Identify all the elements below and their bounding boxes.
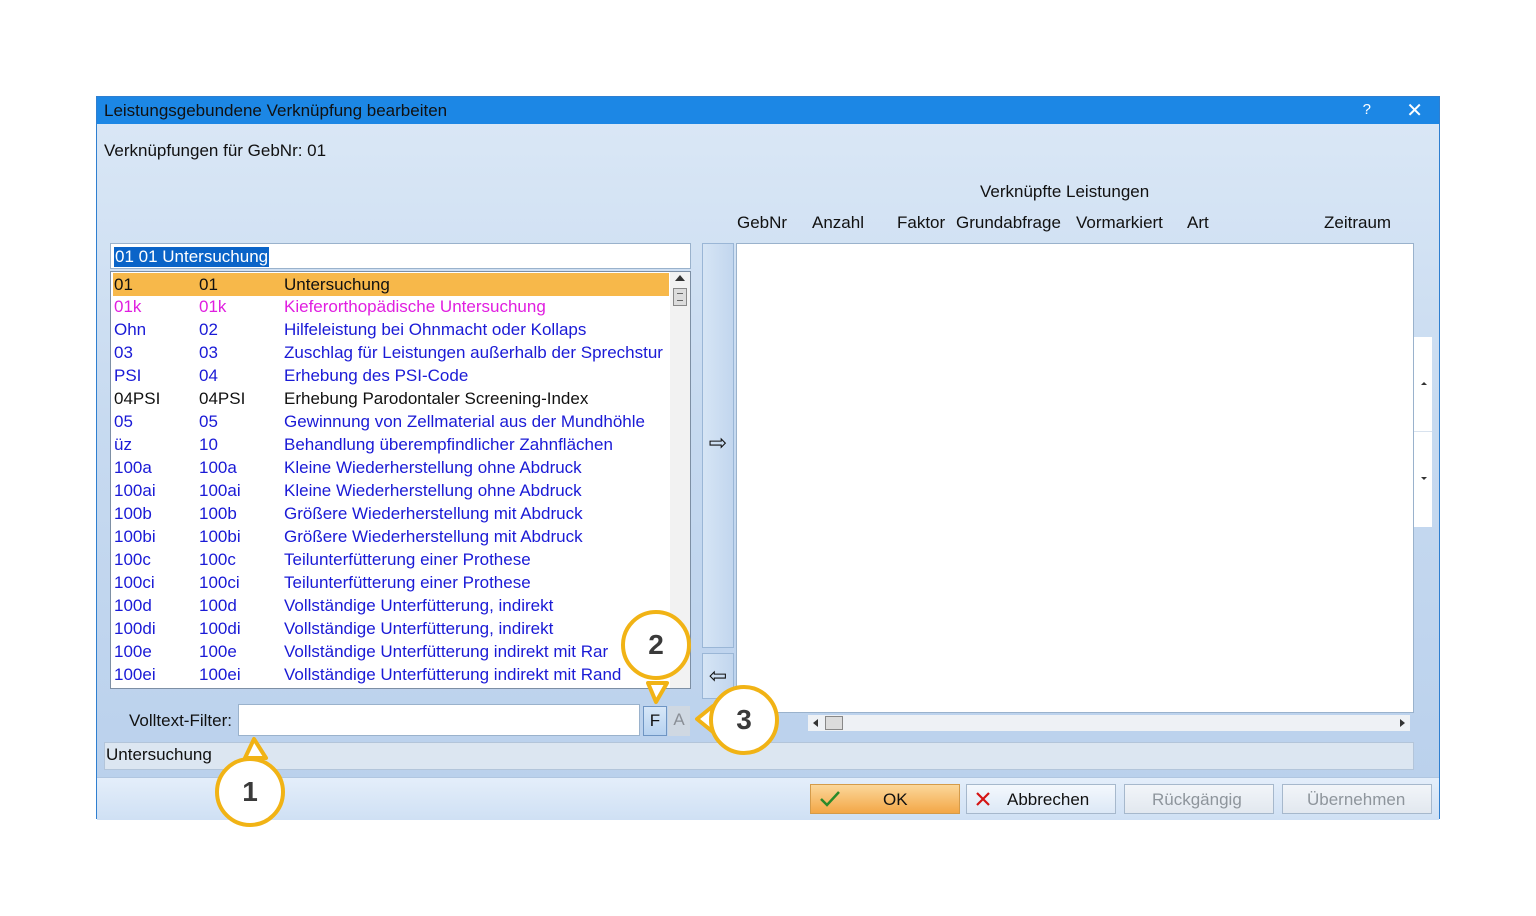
- callout-3: 3: [709, 685, 779, 755]
- callout-2: 2: [621, 610, 691, 680]
- callout-1: 1: [215, 757, 285, 827]
